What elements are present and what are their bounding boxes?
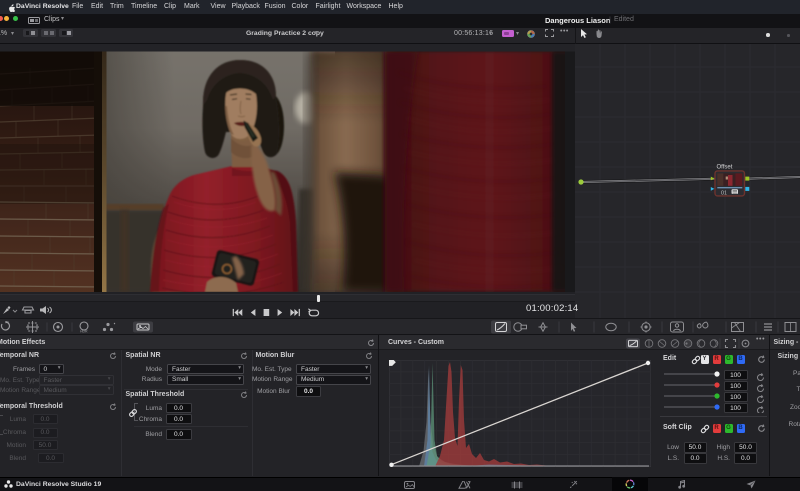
svg-text:01: 01: [721, 190, 727, 196]
svg-text:Offset: Offset: [717, 165, 733, 171]
svg-text:HDR: HDR: [80, 330, 88, 334]
